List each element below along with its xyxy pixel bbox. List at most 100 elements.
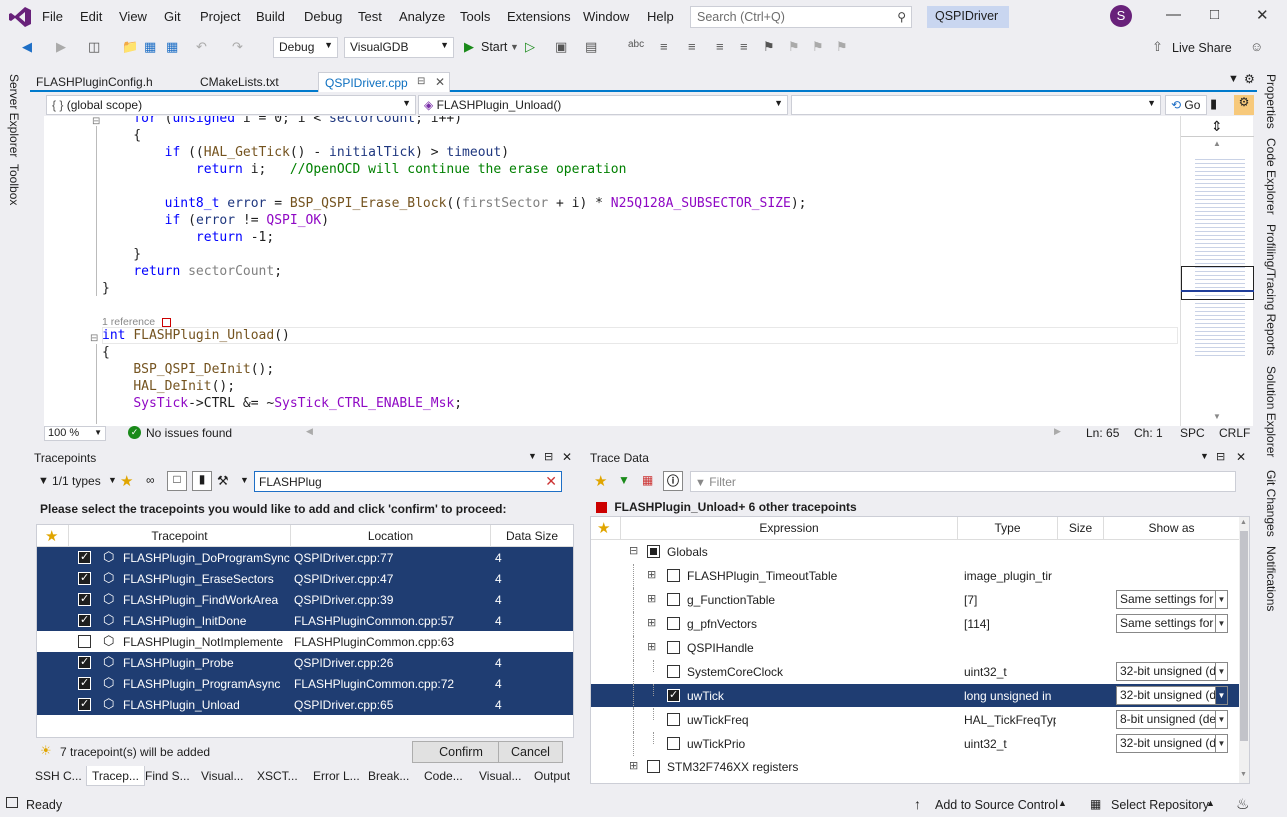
tab-output[interactable]: Output — [529, 766, 575, 786]
solution-explorer-tab[interactable]: Solution Explorer — [1264, 366, 1278, 457]
tab-visual-1[interactable]: Visual... — [196, 766, 248, 786]
menu-build[interactable]: Build — [256, 9, 285, 24]
trace-row[interactable]: ⊞ FLASHPlugin_TimeoutTable image_plugin_ti… — [591, 564, 1239, 588]
search-input[interactable]: Search (Ctrl+Q) ⚲ — [690, 6, 912, 28]
globals-checkbox[interactable] — [647, 545, 660, 558]
tracepoint-checkbox[interactable] — [78, 697, 91, 711]
start-button[interactable]: Start — [481, 40, 507, 54]
bookmark-icon[interactable]: ⚑ — [763, 39, 775, 55]
scroll-thumb[interactable] — [1240, 531, 1248, 741]
tab-xsct[interactable]: XSCT... — [252, 766, 303, 786]
uncomment-icon[interactable]: ≡ — [688, 39, 696, 54]
tab-code[interactable]: Code... — [419, 766, 468, 786]
redo-icon[interactable]: ↷ — [232, 39, 243, 55]
panel-menu-icon[interactable]: ▼ — [1200, 451, 1209, 461]
close-icon[interactable]: ✕ — [562, 450, 572, 464]
tab-cmakelists[interactable]: CMakeLists.txt — [194, 72, 316, 92]
expand-icon[interactable]: ⊞ — [647, 568, 656, 581]
star-icon[interactable]: ★ — [594, 472, 607, 490]
browse-icon[interactable]: ▣ — [555, 39, 567, 55]
show-as-dropdown[interactable]: Same settings for a ▼ — [1116, 590, 1228, 609]
table-row[interactable]: ⬡ FLASHPlugin_Probe QSPIDriver.cpp:26 4 — [37, 652, 573, 673]
show-as-dropdown[interactable]: 32-bit unsigned (de ▼ — [1116, 686, 1228, 705]
tab-error-list[interactable]: Error L... — [308, 766, 365, 786]
tab-overflow-icon[interactable]: ▼ — [1228, 73, 1239, 85]
trace-checkbox[interactable] — [667, 713, 680, 726]
server-explorer-tab[interactable]: Server Explorer — [7, 74, 21, 157]
hscroll-right-icon[interactable]: ▶ — [1054, 426, 1061, 437]
menu-file[interactable]: File — [42, 9, 63, 24]
trace-scrollbar[interactable]: ▲ ▼ — [1239, 517, 1249, 783]
indent-icon[interactable]: ≡ — [716, 39, 724, 54]
pin-icon[interactable]: ⊟ — [1216, 450, 1225, 463]
member-dropdown[interactable]: ▼ — [791, 95, 1161, 115]
pin-icon[interactable]: ⊟ — [544, 450, 553, 463]
notifications-tab[interactable]: Notifications — [1264, 546, 1278, 611]
close-icon[interactable]: ✕ — [1256, 6, 1269, 24]
tab-ssh[interactable]: SSH C... — [30, 766, 87, 786]
live-share-icon[interactable]: ⇧ — [1152, 39, 1163, 55]
feedback-icon[interactable]: ☺ — [1250, 39, 1263, 54]
avatar[interactable]: S — [1110, 5, 1132, 27]
code-editor[interactable]: ⊟ ⊟ for (unsigned i = 0; i < sectorCount… — [44, 116, 1180, 426]
link-icon[interactable]: ∞ — [146, 473, 155, 487]
star-column-icon[interactable]: ★ — [37, 525, 69, 547]
trace-row[interactable]: uwTick long unsigned in 32-bit unsigned (d… — [591, 684, 1239, 708]
start-dropdown-icon[interactable]: ▼ — [510, 42, 519, 52]
close-icon[interactable]: ✕ — [1236, 450, 1246, 464]
toolbox-tab[interactable]: Toolbox — [7, 164, 21, 205]
scroll-up-icon[interactable]: ▲ — [1213, 139, 1221, 148]
start-without-debug-icon[interactable]: ▷ — [525, 39, 535, 55]
forward-icon[interactable]: ▶ — [56, 39, 66, 55]
filter-funnel-icon[interactable]: ▼ — [38, 475, 49, 487]
trace-filter-input[interactable]: ▼ Filter — [690, 471, 1236, 492]
minimap-viewport[interactable] — [1181, 266, 1254, 300]
star-icon[interactable]: ★ — [120, 472, 133, 490]
scroll-down-icon[interactable]: ▼ — [1240, 771, 1247, 778]
undo-icon[interactable]: ↶ — [196, 39, 207, 55]
chevron-down-icon[interactable]: ▼ — [240, 475, 249, 485]
minimize-icon[interactable]: — — [1166, 6, 1181, 23]
line-ending-mode[interactable]: CRLF — [1219, 426, 1250, 440]
add-to-source-control[interactable]: Add to Source Control — [935, 798, 1058, 812]
show-as-dropdown[interactable]: 8-bit unsigned (de ▼ — [1116, 710, 1228, 729]
config-dropdown[interactable]: Debug ▼ — [273, 37, 338, 58]
tab-visual-2[interactable]: Visual... — [474, 766, 526, 786]
menu-test[interactable]: Test — [358, 9, 382, 24]
tracepoint-checkbox[interactable] — [78, 655, 91, 669]
properties-tab[interactable]: Properties — [1264, 74, 1278, 129]
table-icon[interactable]: ▦ — [642, 473, 653, 487]
trace-checkbox[interactable] — [667, 569, 680, 582]
menu-debug[interactable]: Debug — [304, 9, 342, 24]
chevron-down-icon[interactable]: ▼ — [108, 475, 117, 485]
tab-flashpluginconfig[interactable]: FLASHPluginConfig.h — [30, 72, 194, 92]
tag-icon[interactable]: ▮ — [192, 471, 212, 491]
live-share-button[interactable]: Live Share — [1172, 41, 1232, 55]
scope-dropdown[interactable]: { } (global scope) ▼ — [46, 95, 416, 115]
tag-icon[interactable]: ▮ — [1210, 96, 1217, 112]
menu-help[interactable]: Help — [647, 9, 674, 24]
clear-icon[interactable]: ✕ — [545, 473, 557, 490]
back-icon[interactable]: ◀ — [22, 39, 32, 55]
trace-row[interactable]: uwTickFreq HAL_TickFreqTyp 8-bit unsigned … — [591, 708, 1239, 732]
confirm-button[interactable]: Confirm — [412, 741, 510, 763]
trace-checkbox[interactable] — [667, 665, 680, 678]
expand-icon[interactable]: ⊞ — [629, 759, 638, 772]
expand-icon[interactable]: ⊞ — [647, 616, 656, 629]
collapse-icon[interactable]: ⊟ — [90, 333, 98, 344]
save-icon[interactable]: ▦ — [144, 39, 156, 55]
select-repository[interactable]: Select Repository — [1111, 798, 1209, 812]
tracepoint-checkbox[interactable] — [78, 676, 91, 690]
trace-row[interactable]: ⊞ g_FunctionTable [7] Same settings for a ▼ — [591, 588, 1239, 612]
registers-row[interactable]: ⊞ STM32F746XX registers — [591, 756, 1239, 778]
zoom-dropdown[interactable]: 100 % ▼ — [44, 426, 106, 441]
whitespace-mode[interactable]: SPC — [1180, 426, 1205, 440]
profiling-tab[interactable]: Profiling/Tracing Reports — [1264, 224, 1278, 356]
expand-icon[interactable]: ⊞ — [647, 640, 656, 653]
comment-icon[interactable]: ≡ — [660, 39, 668, 54]
file-icon[interactable]: □ — [167, 471, 187, 491]
show-as-dropdown[interactable]: 32-bit unsigned (de ▼ — [1116, 734, 1228, 753]
table-row[interactable]: ⬡ FLASHPlugin_EraseSectors QSPIDriver.cpp:… — [37, 568, 573, 589]
prev-bookmark-icon[interactable]: ⚑ — [788, 39, 800, 55]
new-project-icon[interactable]: ◫ — [88, 39, 100, 55]
